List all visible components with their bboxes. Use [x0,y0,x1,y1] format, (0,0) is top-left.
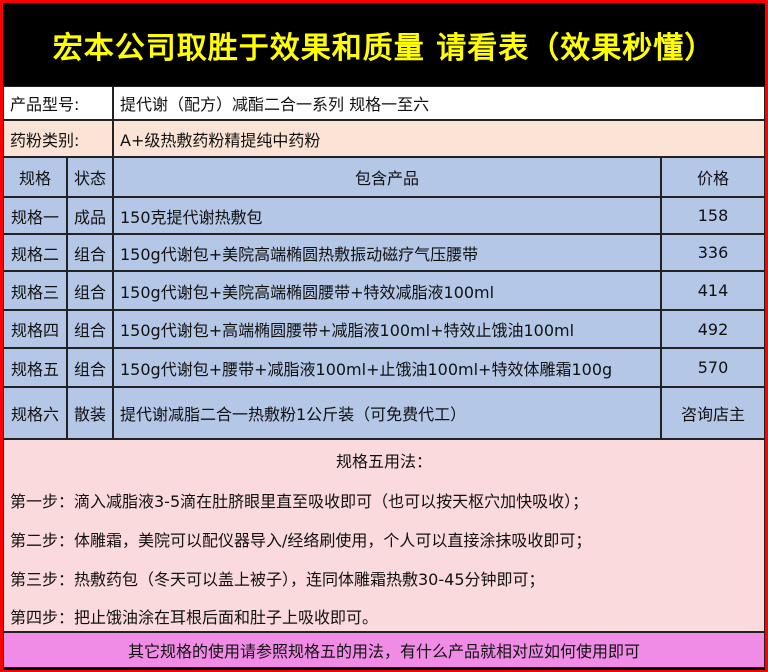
row-2-product: 150g代谢包+美院高端椭圆热敷振动磁疗气压腰带 [113,234,661,271]
row-4-status: 组合 [67,310,113,348]
row-4-price: 492 [661,310,765,348]
row-2-status: 组合 [67,234,113,271]
row-6-price: 咨询店主 [661,387,765,439]
row-3-status: 组合 [67,271,113,310]
red-frame: 宏本公司取胜于效果和质量 请看表（效果秒懂） 产品型号: 提代谢（配方）减酯二合… [0,0,768,672]
row-5-product: 150g代谢包+腰带+减脂液100ml+止饿油100ml+特效体雕霜100g [113,348,661,387]
usage-step-1: 第一步：滴入减脂液3-5滴在肚脐眼里直至吸收即可（也可以按天枢穴加快吸收）； [10,492,589,511]
row-5-price: 570 [661,348,765,387]
usage-title: 规格五用法： [335,452,432,471]
product-sheet: 产品型号: 提代谢（配方）减酯二合一系列 规格一至六 药粉类别: A+级热敷药粉… [3,86,765,670]
row-5-spec: 规格五 [3,348,67,387]
title-banner: 宏本公司取胜于效果和质量 请看表（效果秒懂） [3,3,765,86]
header-spec: 规格 [3,157,67,197]
row-2-spec: 规格二 [3,234,67,271]
usage-section: 规格五用法： 第一步：滴入减脂液3-5滴在肚脐眼里直至吸收即可（也可以按天枢穴加… [3,439,765,632]
row-3-product: 150g代谢包+美院高端椭圆腰带+特效减脂液100ml [113,271,661,310]
row-3-spec: 规格三 [3,271,67,310]
row-1-status: 成品 [67,197,113,234]
row-1-spec: 规格一 [3,197,67,234]
row-4-product: 150g代谢包+高端椭圆腰带+减脂液100ml+特效止饿油100ml [113,310,661,348]
row-5-status: 组合 [67,348,113,387]
footer-note: 其它规格的使用请参照规格五的用法，有什么产品就相对应如何使用即可 [3,632,765,668]
product-model-label: 产品型号: [3,86,113,120]
row-1-product: 150克提代谢热敷包 [113,197,661,234]
page-title: 宏本公司取胜于效果和质量 请看表（效果秒懂） [52,30,716,66]
header-status: 状态 [67,157,113,197]
row-4-spec: 规格四 [3,310,67,348]
row-1-price: 158 [661,197,765,234]
product-model-value: 提代谢（配方）减酯二合一系列 规格一至六 [113,86,765,120]
usage-step-3: 第三步：热敷药包（冬天可以盖上被子），连同体雕霜热敷30-45分钟即可； [10,570,545,589]
category-label: 药粉类别: [3,120,113,157]
row-6-spec: 规格六 [3,387,67,439]
row-3-price: 414 [661,271,765,310]
row-6-product: 提代谢减脂二合一热敷粉1公斤装（可免费代工） [113,387,661,439]
row-2-price: 336 [661,234,765,271]
usage-step-4: 第四步：把止饿油涂在耳根后面和肚子上吸收即可。 [10,608,379,627]
row-6-status: 散装 [67,387,113,439]
usage-step-2: 第二步：体雕霜，美院可以配仪器导入/经络刷使用，个人可以直接涂抹吸收即可； [10,531,592,550]
header-product: 包含产品 [113,157,661,197]
header-price: 价格 [661,157,765,197]
category-value: A+级热敷药粉精提纯中药粉 [113,120,765,157]
